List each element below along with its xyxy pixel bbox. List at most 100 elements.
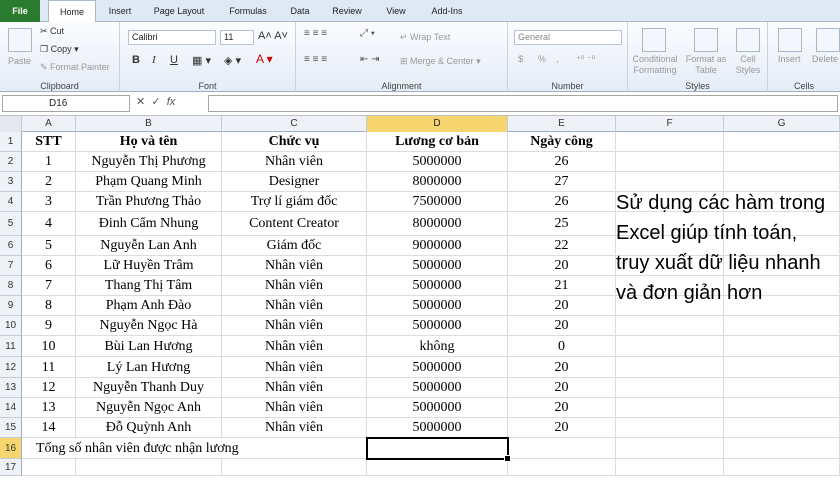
select-all-corner[interactable] [0,116,22,132]
cell-c11[interactable]: Nhân viên [222,336,367,357]
cell-b4[interactable]: Trần Phương Thảo [76,192,222,212]
tab-formulas[interactable]: Formulas [220,0,276,22]
paste-icon[interactable] [8,28,32,52]
cell-g12[interactable] [724,357,840,378]
row-header[interactable]: 4 [0,192,22,212]
cell-b12[interactable]: Lý Lan Hương [76,357,222,378]
cell-e7[interactable]: 20 [508,256,616,276]
cell-c6[interactable]: Giám đốc [222,236,367,256]
italic-button[interactable]: I [152,54,156,66]
cell-e12[interactable]: 20 [508,357,616,378]
row-header[interactable]: 12 [0,357,22,378]
row-header[interactable]: 16 [0,438,22,459]
column-header-b[interactable]: B [76,116,222,132]
tab-review[interactable]: Review [324,0,370,22]
cell-d9[interactable]: 5000000 [367,296,508,316]
cell-a15[interactable]: 14 [22,418,76,438]
cell-d10[interactable]: 5000000 [367,316,508,336]
cell-c14[interactable]: Nhân viên [222,398,367,418]
cell-g17[interactable] [724,459,840,476]
cell-d16[interactable] [367,438,508,459]
cell-f10[interactable] [616,316,724,336]
cell-c2[interactable]: Nhân viên [222,152,367,172]
wrap-text-button[interactable]: ↵ Wrap Text [400,32,450,43]
currency-button[interactable]: $ [518,54,523,64]
cell-d14[interactable]: 5000000 [367,398,508,418]
cell-d4[interactable]: 7500000 [367,192,508,212]
conditional-formatting-icon[interactable] [642,28,666,52]
cell-e1[interactable]: Ngày công [508,132,616,152]
tab-data[interactable]: Data [282,0,318,22]
row-header[interactable]: 8 [0,276,22,296]
cell-d3[interactable]: 8000000 [367,172,508,192]
merge-center-button[interactable]: ⊞ Merge & Center ▾ [400,56,481,67]
row-header[interactable]: 9 [0,296,22,316]
row-header[interactable]: 10 [0,316,22,336]
cell-b17[interactable] [76,459,222,476]
cell-c17[interactable] [222,459,367,476]
column-header-f[interactable]: F [616,116,724,132]
cell-e10[interactable]: 20 [508,316,616,336]
column-header-e[interactable]: E [508,116,616,132]
cell-b15[interactable]: Đỗ Quỳnh Anh [76,418,222,438]
cell-b1[interactable]: Họ và tên [76,132,222,152]
cell-c9[interactable]: Nhân viên [222,296,367,316]
orientation-icon[interactable]: ⤢ ▾ [360,28,375,39]
column-header-a[interactable]: A [22,116,76,132]
font-name-select[interactable]: Calibri [128,30,216,45]
cell-f14[interactable] [616,398,724,418]
align-left-icon[interactable]: ≡ ≡ ≡ [304,54,327,65]
format-table-button[interactable]: Format as Table [684,54,728,76]
row-header[interactable]: 7 [0,256,22,276]
insert-function-button[interactable]: fx [167,96,176,108]
tab-page-layout[interactable]: Page Layout [146,0,212,22]
cell-c4[interactable]: Trợ lí giám đốc [222,192,367,212]
cell-b8[interactable]: Thang Thị Tâm [76,276,222,296]
cell-e2[interactable]: 26 [508,152,616,172]
cell-e16[interactable] [508,438,616,459]
row-header[interactable]: 6 [0,236,22,256]
delete-cells-button[interactable]: Delete [812,54,838,64]
cell-c10[interactable]: Nhân viên [222,316,367,336]
cell-f13[interactable] [616,378,724,398]
cell-b3[interactable]: Phạm Quang Minh [76,172,222,192]
cell-styles-button[interactable]: Cell Styles [730,54,766,76]
cell-b7[interactable]: Lữ Huyền Trâm [76,256,222,276]
cell-a3[interactable]: 2 [22,172,76,192]
cell-a2[interactable]: 1 [22,152,76,172]
cell-a14[interactable]: 13 [22,398,76,418]
cell-a8[interactable]: 7 [22,276,76,296]
cell-e15[interactable]: 20 [508,418,616,438]
cell-d13[interactable]: 5000000 [367,378,508,398]
cell-a17[interactable] [22,459,76,476]
cell-a5[interactable]: 4 [22,212,76,236]
cell-e6[interactable]: 22 [508,236,616,256]
row-header[interactable]: 3 [0,172,22,192]
cell-e8[interactable]: 21 [508,276,616,296]
cell-e4[interactable]: 26 [508,192,616,212]
cell-b2[interactable]: Nguyễn Thị Phương [76,152,222,172]
bold-button[interactable]: B [132,54,140,66]
cell-g14[interactable] [724,398,840,418]
row-header[interactable]: 5 [0,212,22,236]
cell-c13[interactable]: Nhân viên [222,378,367,398]
tab-add-ins[interactable]: Add-Ins [422,0,472,22]
column-header-g[interactable]: G [724,116,840,132]
formula-input[interactable] [208,95,838,112]
cell-d11[interactable]: không [367,336,508,357]
paste-button[interactable]: Paste [8,56,31,66]
cell-c8[interactable]: Nhân viên [222,276,367,296]
font-color-icon[interactable]: A ▾ [256,52,273,66]
indent-icon[interactable]: ⇤ ⇥ [360,54,380,65]
row-header[interactable]: 2 [0,152,22,172]
enter-icon[interactable]: ✓ [151,96,160,108]
cell-c12[interactable]: Nhân viên [222,357,367,378]
row-header[interactable]: 1 [0,132,22,152]
cell-d2[interactable]: 5000000 [367,152,508,172]
cell-e14[interactable]: 20 [508,398,616,418]
cut-button[interactable]: ✂ Cut [40,26,64,37]
decimal-icon[interactable]: ⁺⁰ ⁻⁰ [576,54,595,65]
number-format-select[interactable]: General [514,30,622,45]
font-size-select[interactable]: 11 [220,30,254,45]
cell-a7[interactable]: 6 [22,256,76,276]
